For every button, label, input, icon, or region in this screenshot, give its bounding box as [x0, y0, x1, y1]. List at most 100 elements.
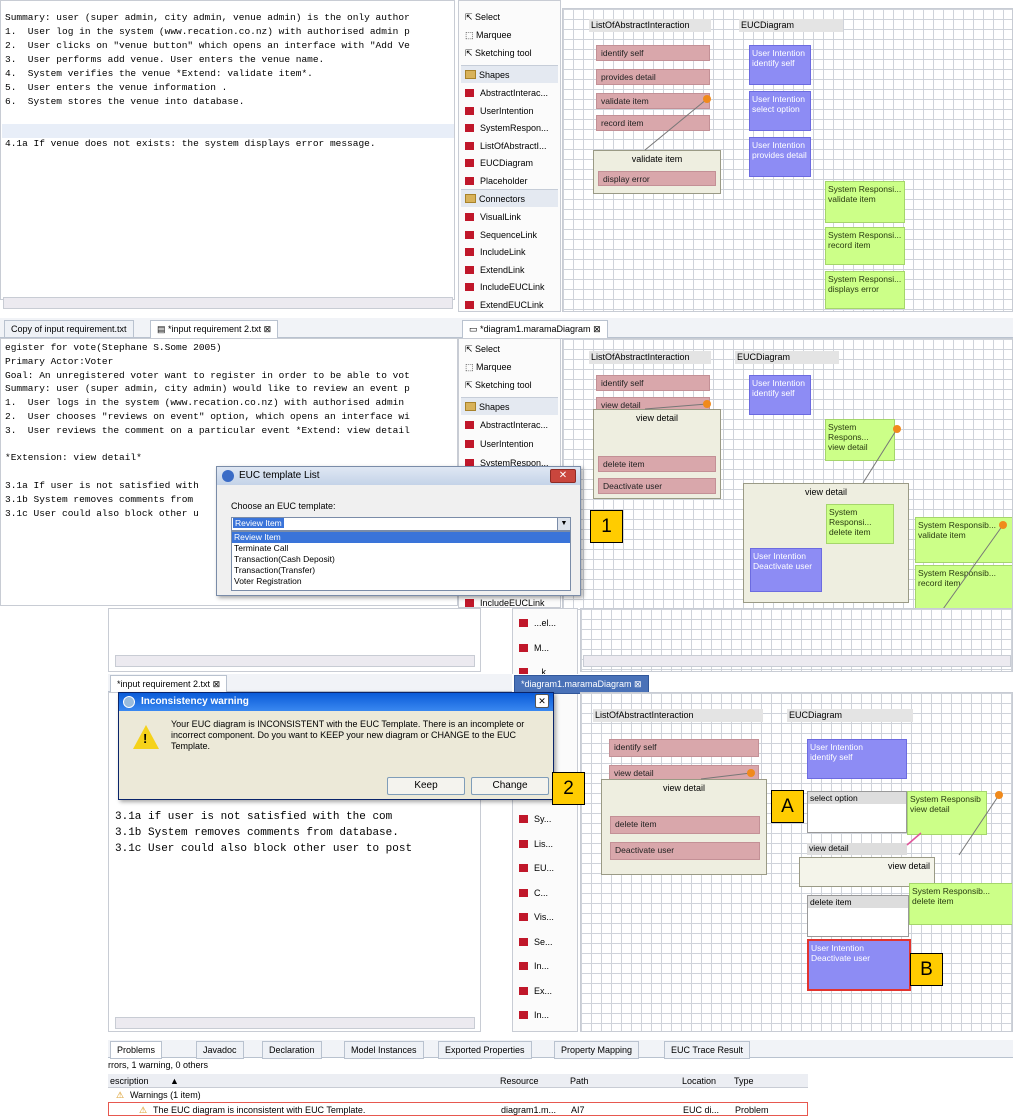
column-header[interactable]: Location [682, 1074, 716, 1088]
interaction-item[interactable]: identify self [596, 375, 710, 391]
interaction-item[interactable]: delete item [610, 816, 760, 834]
horizontal-scrollbar[interactable] [115, 1017, 475, 1029]
close-button[interactable]: ✕ [550, 469, 576, 483]
system-response[interactable]: System Responsi... delete item [826, 504, 894, 544]
bottom-tab[interactable]: Model Instances [344, 1041, 424, 1059]
requirement-text-3[interactable]: 3.1a if user is not satisfied with the c… [115, 811, 475, 859]
palette-item[interactable]: ExtendEUCLink [465, 297, 544, 312]
template-option[interactable]: Transaction(Cash Deposit) [232, 554, 570, 565]
palette-item[interactable]: C... [519, 885, 548, 901]
palette-item[interactable]: EU... [519, 860, 554, 876]
system-response[interactable]: System Responsib... delete item [909, 883, 1012, 925]
palette-item[interactable]: SystemRespon... [465, 120, 549, 136]
palette-item[interactable]: Placeholder [465, 173, 528, 189]
palette-item[interactable]: IncludeEUCLink [465, 279, 545, 295]
close-icon[interactable]: ⊠ [261, 324, 272, 334]
shapes-drawer[interactable]: Shapes [461, 65, 558, 83]
bottom-tab[interactable]: Declaration [262, 1041, 322, 1059]
close-icon[interactable]: ⊠ [632, 679, 642, 689]
palette-item[interactable]: ExtendLink [465, 262, 525, 278]
user-intention[interactable]: User Intention select option [749, 91, 811, 131]
system-response[interactable]: System Responsib... validate item [915, 517, 1012, 563]
select-tool[interactable]: ⇱ Select [465, 9, 500, 25]
template-option[interactable]: Transaction(Transfer) [232, 565, 570, 576]
system-response[interactable]: System Responsib view detail [907, 791, 987, 835]
palette-item[interactable]: M... [519, 640, 549, 656]
sketching-tool[interactable]: ⇱ Sketching tool [465, 377, 532, 393]
system-response[interactable]: System Responsi... record item [825, 227, 905, 265]
column-header[interactable]: Resource [500, 1074, 539, 1088]
palette-item[interactable]: Ex... [519, 983, 552, 999]
marquee-tool[interactable]: ⬚ Marquee [465, 359, 512, 375]
bottom-tab[interactable]: Javadoc [196, 1041, 244, 1059]
user-intention[interactable]: User Intention identify self [807, 739, 907, 779]
template-option[interactable]: Review Item [232, 532, 570, 543]
interaction-item[interactable]: provides detail [596, 69, 710, 85]
connectors-drawer[interactable]: Connectors [461, 189, 558, 207]
column-header[interactable]: escription [110, 1074, 149, 1088]
diagram-canvas-1[interactable]: ListOfAbstractInteraction EUCDiagram ide… [562, 8, 1013, 312]
user-intention[interactable]: User Intention identify self [749, 45, 811, 85]
keep-button[interactable]: Keep [387, 777, 465, 795]
interaction-item[interactable]: record item [596, 115, 710, 131]
palette-item[interactable]: ListOfAbstractI... [465, 138, 547, 154]
palette-item[interactable]: Vis... [519, 909, 554, 925]
palette-item[interactable]: Sy... [519, 811, 551, 827]
interaction-item[interactable]: Deactivate user [610, 842, 760, 860]
palette-item[interactable]: AbstractInterac... [465, 417, 548, 433]
sketching-tool[interactable]: ⇱ Sketching tool [465, 45, 532, 61]
palette-item[interactable]: Se... [519, 934, 553, 950]
palette-item[interactable]: In... [519, 958, 549, 974]
system-response[interactable]: System Responsi... displays error [825, 271, 905, 309]
template-option[interactable]: Voter Registration [232, 576, 570, 587]
user-intention[interactable]: User Intention provides detail [749, 137, 811, 177]
palette-item[interactable]: ...el... [519, 615, 556, 631]
interaction-item[interactable]: Deactivate user [598, 478, 716, 494]
close-icon[interactable]: ⊠ [210, 679, 221, 689]
column-header[interactable]: Path [570, 1074, 589, 1088]
interaction-item[interactable]: identify self [596, 45, 710, 61]
tab-diagram[interactable]: ▭ *diagram1.maramaDiagram ⊠ [462, 320, 608, 339]
palette-item-includeeuclink[interactable]: IncludeEUCLink [465, 595, 545, 607]
user-intention-invalid[interactable]: User Intention Deactivate user [807, 939, 911, 991]
palette-item[interactable]: VisualLink [465, 209, 521, 225]
system-response[interactable]: System Respons... view detail [825, 419, 895, 461]
select-tool[interactable]: ⇱ Select [465, 341, 500, 357]
template-select[interactable]: Review Item ▼ [231, 517, 571, 531]
bottom-tab[interactable]: Exported Properties [438, 1041, 532, 1059]
system-response[interactable]: System Responsib... record item [915, 565, 1012, 609]
diagram-canvas-3[interactable]: ListOfAbstractInteraction EUCDiagram ide… [580, 692, 1013, 1032]
close-icon[interactable]: ⊠ [591, 324, 601, 334]
palette-item[interactable]: Lis... [519, 836, 553, 852]
horizontal-scrollbar[interactable] [583, 655, 1011, 667]
palette-item[interactable]: SequenceLink [465, 227, 537, 243]
warnings-group-row[interactable]: ⚠ Warnings (1 item) [108, 1088, 808, 1102]
placeholder-select-option[interactable]: select option [807, 791, 907, 833]
palette-item[interactable]: EUCDiagram [465, 155, 533, 171]
horizontal-scrollbar[interactable] [3, 297, 453, 309]
close-button[interactable]: ✕ [535, 694, 549, 708]
user-intention[interactable]: User Intention identify self [749, 375, 811, 415]
system-response[interactable]: System Responsi... validate item [825, 181, 905, 223]
horizontal-scrollbar[interactable] [115, 655, 475, 667]
placeholder-delete-item[interactable]: delete item [807, 895, 909, 937]
chevron-down-icon[interactable]: ▼ [557, 518, 570, 530]
bottom-tab[interactable]: Property Mapping [554, 1041, 640, 1059]
template-option[interactable]: Terminate Call [232, 543, 570, 554]
abstract-group[interactable]: validate item display error [593, 150, 721, 194]
table-row[interactable]: ⚠ The EUC diagram is inconsistent with E… [108, 1102, 808, 1116]
bottom-tab[interactable]: Problems [110, 1041, 163, 1059]
marquee-tool[interactable]: ⬚ Marquee [465, 27, 512, 43]
tab-input-requirement[interactable]: ▤ *input requirement 2.txt ⊠ [150, 320, 279, 339]
interaction-item[interactable]: display error [598, 171, 716, 186]
interaction-item[interactable]: delete item [598, 456, 716, 472]
palette-item[interactable]: UserIntention [465, 436, 534, 452]
euc-group[interactable]: view detail System Responsi... delete it… [743, 483, 909, 603]
diagram-canvas-2[interactable]: ListOfAbstractInteraction EUCDiagram ide… [562, 338, 1013, 610]
interaction-item[interactable]: validate item [596, 93, 710, 109]
abstract-group[interactable]: view detail delete item Deactivate user [601, 779, 767, 875]
interaction-item[interactable]: identify self [609, 739, 759, 757]
placeholder-view-detail[interactable]: view detail [807, 843, 907, 855]
palette-item[interactable]: UserIntention [465, 103, 534, 119]
editor-panel-1[interactable]: Summary: user (super admin, city admin, … [0, 0, 455, 309]
